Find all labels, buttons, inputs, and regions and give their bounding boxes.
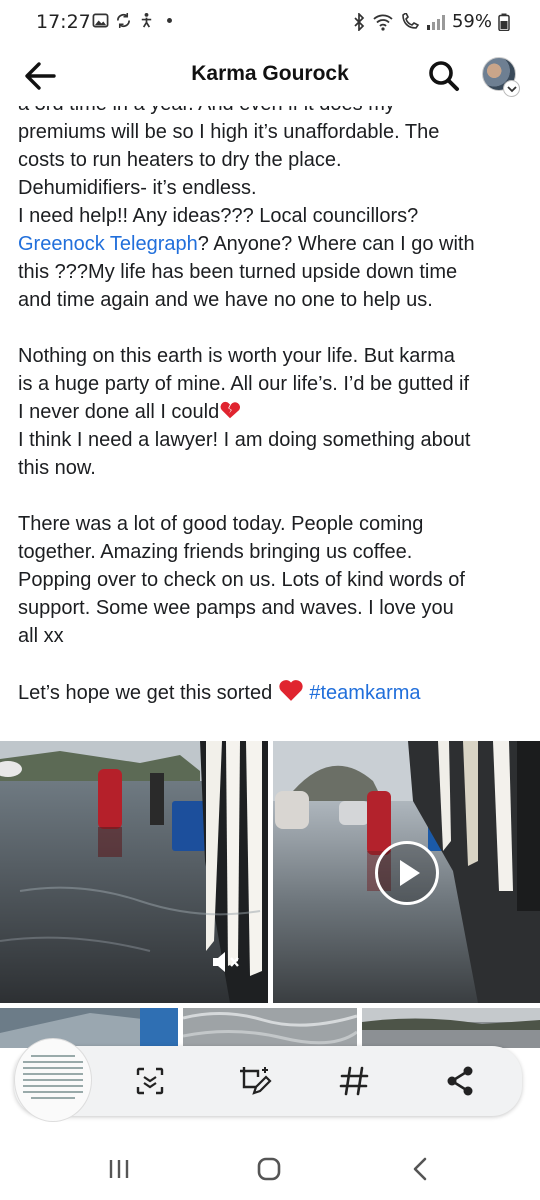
more-notifications-dot-icon xyxy=(167,18,172,23)
status-bar: 17:27 59% xyxy=(0,0,540,44)
share-button[interactable] xyxy=(442,1063,478,1099)
greenock-telegraph-link[interactable]: Greenock Telegraph xyxy=(18,233,198,255)
post-text-fragment: Let’s hope we get this sorted xyxy=(18,682,273,704)
post-line: this ???My life has been turned upside d… xyxy=(18,261,458,283)
wifi-calling-icon xyxy=(402,12,420,29)
post-line: a 3rd time in a year. And even if it doe… xyxy=(18,106,528,118)
signal-icon xyxy=(426,14,445,30)
post-line: I never done all I could xyxy=(18,398,528,426)
post-line: and time again and we have no one to hel… xyxy=(18,289,433,311)
post-line: There was a lot of good today. People co… xyxy=(18,513,424,535)
post-line: costs to run heaters to dry the place. xyxy=(18,149,342,171)
battery-icon xyxy=(498,13,510,31)
photo-thumbnail-image xyxy=(362,1008,540,1048)
post-photo-thumbnail[interactable] xyxy=(183,1008,357,1048)
post-line: Dehumidifiers- it’s endless. xyxy=(18,177,257,199)
post-photo-thumbnail[interactable] xyxy=(0,1008,178,1048)
post-line: is a huge party of mine. All our life’s.… xyxy=(18,373,469,395)
chevron-left-icon xyxy=(413,1157,427,1181)
battery-percent: 59% xyxy=(451,11,492,32)
paragraph-3: There was a lot of good today. People co… xyxy=(18,510,528,650)
post-line: together. Amazing friends bringing us co… xyxy=(18,541,413,563)
volume-mute-icon xyxy=(213,952,239,972)
play-video-button[interactable] xyxy=(375,841,439,905)
wifi-icon xyxy=(373,14,393,31)
post-line: Popping over to check on us. Lots of kin… xyxy=(18,569,465,591)
search-button[interactable] xyxy=(426,58,462,94)
accessibility-notification-icon xyxy=(141,12,152,28)
post-line: this now. xyxy=(18,457,96,479)
bluetooth-icon xyxy=(354,12,365,31)
home-icon xyxy=(257,1157,281,1181)
paragraph-4: Let’s hope we get this sorted #teamkarma xyxy=(18,678,528,707)
home-button[interactable] xyxy=(254,1154,284,1184)
chevron-down-icon xyxy=(503,80,520,97)
edit-crop-icon xyxy=(240,1067,272,1095)
play-icon xyxy=(400,860,420,886)
post-text-fragment: ? Anyone? Where can I go with xyxy=(197,233,475,255)
post-video-flood-street[interactable] xyxy=(273,741,540,1003)
photo-thumbnail-image xyxy=(183,1008,357,1048)
post-text-fragment: I never done all I could xyxy=(18,401,220,423)
paragraph-1: a 3rd time in a year. And even if it doe… xyxy=(18,106,528,314)
post-body: a 3rd time in a year. And even if it doe… xyxy=(0,106,540,740)
post-line: Let’s hope we get this sorted #teamkarma xyxy=(18,678,528,707)
hashtag-teamkarma-link[interactable]: #teamkarma xyxy=(309,682,420,704)
page-header: Karma Gourock xyxy=(0,44,540,106)
post-line: Greenock Telegraph? Anyone? Where can I … xyxy=(18,230,528,258)
red-heart-icon xyxy=(279,680,303,701)
hashtag-button[interactable] xyxy=(336,1063,372,1099)
post-line: premiums will be so I high it’s unafford… xyxy=(18,121,440,143)
post-line: support. Some wee pamps and waves. I lov… xyxy=(18,597,454,619)
photo-thumbnail-image xyxy=(0,1008,178,1048)
post-line: I need help!! Any ideas??? Local council… xyxy=(18,205,419,227)
gallery-notification-icon xyxy=(92,13,109,28)
notification-icons xyxy=(92,12,178,29)
share-icon xyxy=(447,1066,473,1096)
screenshot-toolbar xyxy=(14,1038,522,1122)
back-nav-button[interactable] xyxy=(406,1154,436,1184)
broken-heart-icon xyxy=(220,401,241,419)
captured-text-preview[interactable] xyxy=(14,1038,92,1122)
post-line: Nothing on this earth is worth your life… xyxy=(18,345,455,367)
mute-toggle-button[interactable] xyxy=(210,948,242,976)
scan-text-icon xyxy=(136,1067,164,1095)
recent-apps-button[interactable] xyxy=(104,1154,134,1184)
post-line: I think I need a lawyer! I am doing some… xyxy=(18,429,471,451)
system-status: 59% xyxy=(352,11,510,32)
post-line: all xx xyxy=(18,625,64,647)
paragraph-2: Nothing on this earth is worth your life… xyxy=(18,342,528,482)
scan-text-button[interactable] xyxy=(132,1063,168,1099)
system-navigation-bar xyxy=(0,1136,540,1200)
edit-button[interactable] xyxy=(236,1063,272,1099)
profile-avatar-button[interactable] xyxy=(482,57,520,97)
status-time: 17:27 xyxy=(36,11,91,33)
sync-notification-icon xyxy=(116,12,131,29)
recent-apps-icon xyxy=(109,1160,129,1178)
post-photo-thumbnail[interactable] xyxy=(362,1008,540,1048)
post-text: a 3rd time in a year. And even if it doe… xyxy=(18,106,528,735)
post-photo-flood-street[interactable] xyxy=(0,741,268,1003)
search-icon xyxy=(429,61,459,91)
hashtag-icon xyxy=(339,1066,369,1096)
